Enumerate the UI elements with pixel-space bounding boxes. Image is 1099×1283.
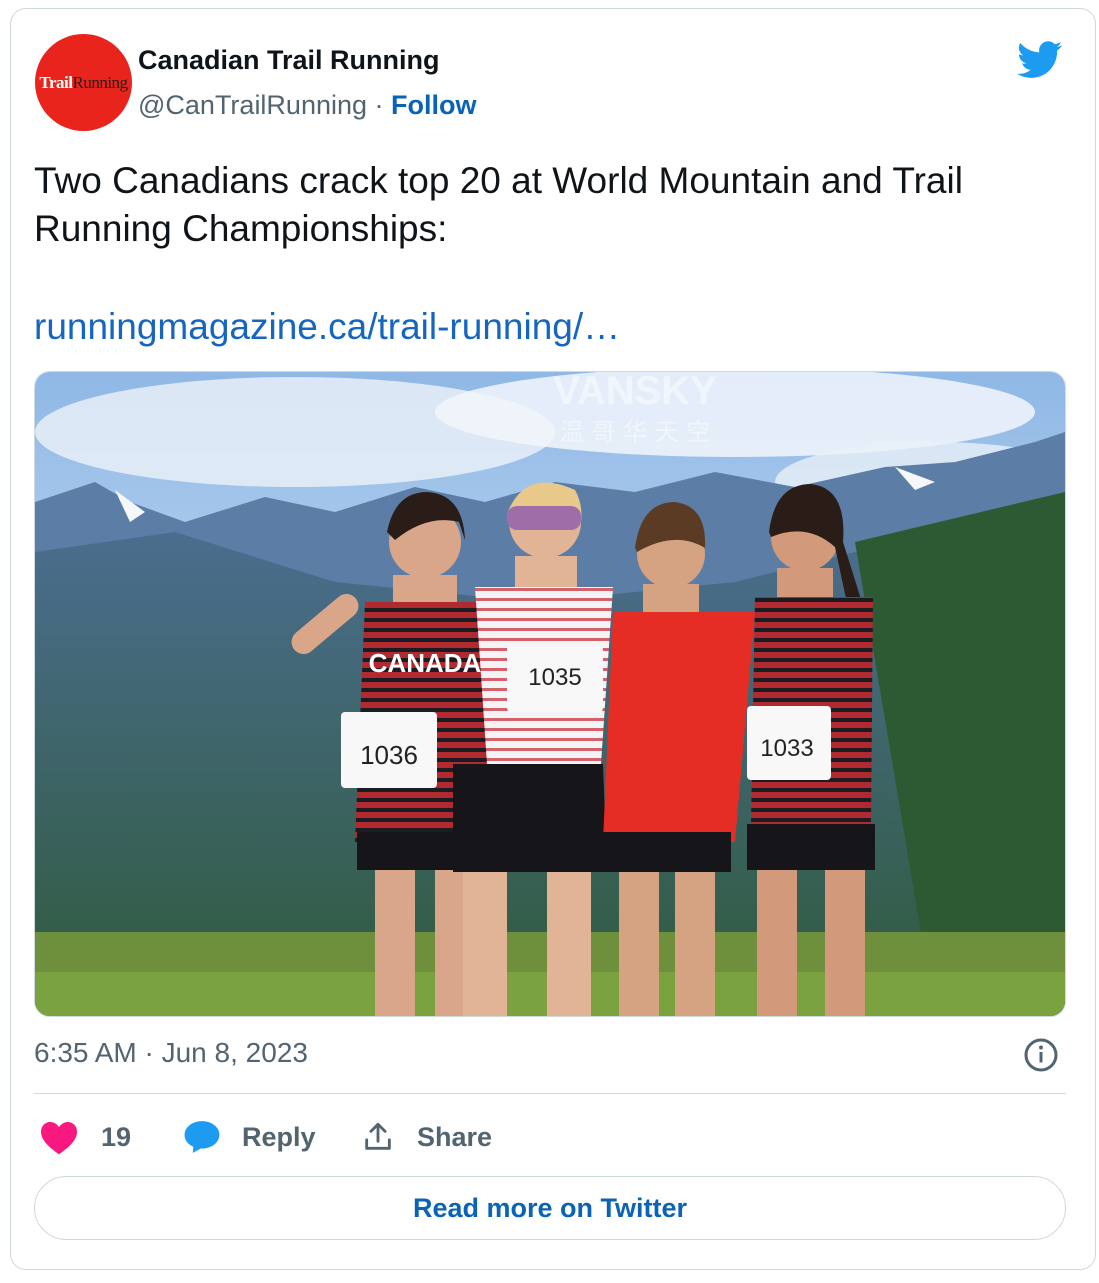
account-name[interactable]: Canadian Trail Running bbox=[138, 45, 440, 76]
bib-1035: 1035 bbox=[528, 664, 581, 691]
twitter-bird-icon[interactable] bbox=[1017, 41, 1063, 79]
avatar-logo-running: Running bbox=[72, 72, 129, 92]
share-upload-icon bbox=[365, 1122, 391, 1150]
share-button[interactable]: Share bbox=[361, 1117, 492, 1157]
watermark-cjk: 温 哥 华 天 空 bbox=[560, 418, 711, 446]
account-avatar[interactable]: TrailRunning bbox=[35, 34, 132, 131]
reply-button[interactable]: Reply bbox=[183, 1117, 316, 1157]
follow-button[interactable]: Follow bbox=[391, 90, 476, 120]
tweet-text: Two Canadians crack top 20 at World Moun… bbox=[34, 160, 963, 249]
account-handle[interactable]: @CanTrailRunning bbox=[138, 90, 367, 120]
handle-separator: · bbox=[367, 90, 392, 120]
info-icon[interactable] bbox=[1023, 1037, 1059, 1073]
bib-1036: 1036 bbox=[360, 740, 418, 770]
photo-scene: VANSKY 温 哥 华 天 空 1036 CANADA 1035 1033 bbox=[35, 372, 1065, 1016]
share-label: Share bbox=[417, 1121, 493, 1152]
handle-row: @CanTrailRunning · Follow bbox=[138, 90, 477, 121]
jersey-text-1: CANADA bbox=[369, 648, 482, 678]
tweet-photo[interactable]: VANSKY 温 哥 华 天 空 1036 CANADA 1035 1033 bbox=[34, 371, 1066, 1017]
watermark-latin: VANSKY bbox=[553, 372, 717, 413]
likes-count: 19 bbox=[101, 1121, 132, 1152]
heart-icon bbox=[41, 1121, 77, 1155]
tweet-link[interactable]: runningmagazine.ca/trail-running/… bbox=[34, 303, 620, 351]
tweet-embed-card: TrailRunning Canadian Trail Running @Can… bbox=[10, 8, 1096, 1270]
reply-label: Reply bbox=[242, 1121, 316, 1152]
read-more-button[interactable]: Read more on Twitter bbox=[34, 1176, 1066, 1240]
bib-1033: 1033 bbox=[760, 735, 813, 762]
avatar-logo: TrailRunning bbox=[39, 72, 129, 93]
tweet-timestamp[interactable]: 6:35 AM · Jun 8, 2023 bbox=[34, 1037, 308, 1069]
like-button[interactable]: 19 bbox=[39, 1117, 131, 1157]
divider bbox=[34, 1093, 1066, 1094]
avatar-logo-trail: Trail bbox=[39, 72, 73, 92]
reply-bubble-icon bbox=[184, 1121, 220, 1153]
